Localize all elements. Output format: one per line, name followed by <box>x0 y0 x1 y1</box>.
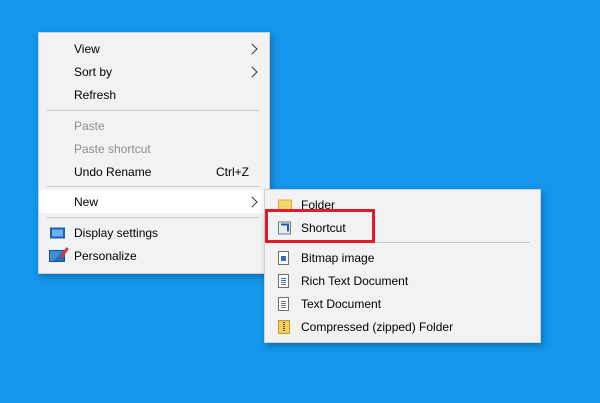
menu-item-label: Paste shortcut <box>74 141 151 156</box>
personalize-icon <box>49 249 65 262</box>
menu-item-sort-by[interactable]: Sort by <box>39 60 269 83</box>
menu-item-label: Paste <box>74 118 105 133</box>
menu-item-new[interactable]: New <box>39 190 269 213</box>
menu-separator <box>47 110 259 111</box>
menu-separator <box>47 186 259 187</box>
menu-item-label: Undo Rename <box>74 164 152 179</box>
menu-item-paste-shortcut: Paste shortcut <box>39 137 269 160</box>
keyboard-shortcut: Ctrl+Z <box>216 164 249 179</box>
submenu-item-bitmap-image[interactable]: Bitmap image <box>265 246 540 269</box>
submenu-item-rich-text-document[interactable]: Rich Text Document <box>265 269 540 292</box>
menu-item-label: Personalize <box>74 248 137 263</box>
new-submenu: Folder Shortcut Bitmap image Rich Text D… <box>264 189 541 343</box>
menu-item-label: Sort by <box>74 64 113 79</box>
bitmap-image-icon <box>278 250 289 265</box>
submenu-item-label: Compressed (zipped) Folder <box>301 319 454 334</box>
menu-item-label: Display settings <box>74 225 159 240</box>
chevron-right-icon <box>246 195 258 208</box>
menu-separator <box>47 217 259 218</box>
chevron-right-icon <box>246 42 258 55</box>
menu-item-display-settings[interactable]: Display settings <box>39 221 269 244</box>
submenu-item-label: Bitmap image <box>301 250 375 265</box>
submenu-item-shortcut[interactable]: Shortcut <box>265 216 540 239</box>
submenu-item-text-document[interactable]: Text Document <box>265 292 540 315</box>
rich-text-document-icon <box>278 273 289 288</box>
submenu-item-compressed-folder[interactable]: Compressed (zipped) Folder <box>265 315 540 338</box>
zip-folder-icon <box>278 319 290 334</box>
menu-item-paste: Paste <box>39 114 269 137</box>
menu-item-view[interactable]: View <box>39 37 269 60</box>
submenu-item-label: Folder <box>301 197 336 212</box>
text-document-icon <box>278 296 289 311</box>
desktop-context-menu: View Sort by Refresh Paste Paste shortcu… <box>38 32 270 274</box>
submenu-item-label: Rich Text Document <box>301 273 409 288</box>
submenu-item-label: Text Document <box>301 296 382 311</box>
menu-item-label: Refresh <box>74 87 117 102</box>
chevron-right-icon <box>246 65 258 78</box>
shortcut-icon <box>278 221 291 234</box>
submenu-item-folder[interactable]: Folder <box>265 193 540 216</box>
menu-item-refresh[interactable]: Refresh <box>39 83 269 106</box>
display-settings-icon <box>50 227 65 238</box>
folder-icon <box>278 199 292 210</box>
menu-item-label: View <box>74 41 100 56</box>
submenu-item-label: Shortcut <box>301 220 346 235</box>
menu-item-label: New <box>74 194 99 209</box>
menu-item-personalize[interactable]: Personalize <box>39 244 269 267</box>
menu-separator <box>273 242 530 243</box>
menu-item-undo-rename[interactable]: Undo Rename Ctrl+Z <box>39 160 269 183</box>
